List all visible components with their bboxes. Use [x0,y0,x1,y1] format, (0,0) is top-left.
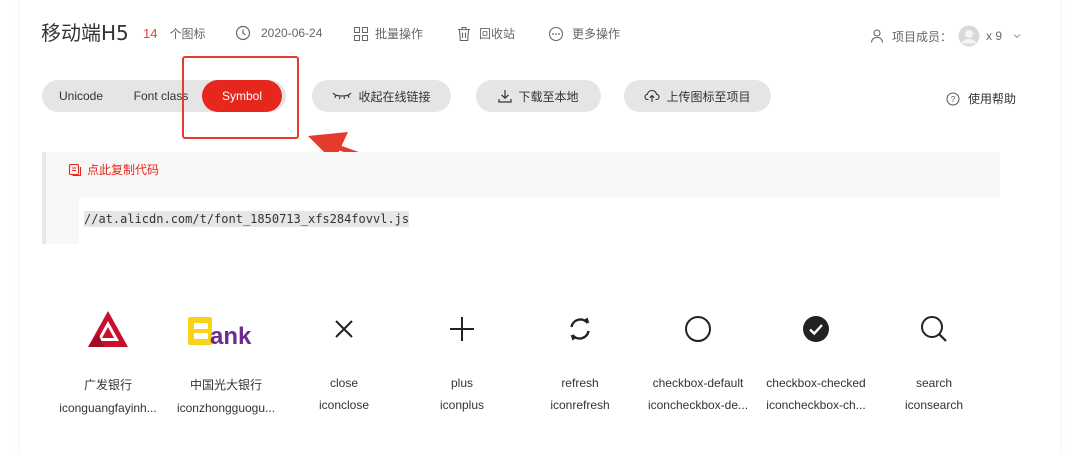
project-date: 2020-06-24 [235,25,322,41]
more-ops-button[interactable]: 更多操作 [548,25,620,42]
question-icon: ? [946,92,960,106]
icon-name: checkbox-checked [766,376,866,390]
more-icon [548,26,564,42]
icon-code: iconzhongguogu... [176,401,276,415]
download-icon [498,89,513,103]
code-box: //at.alicdn.com/t/font_1850713_xfs284fov… [79,197,1004,244]
icon-item-refresh[interactable]: refresh iconrefresh [525,300,635,412]
checkbox-default-icon [643,300,753,358]
refresh-icon [525,300,635,358]
plus-icon [407,300,517,358]
recycle-bin-label: 回收站 [479,27,516,41]
svg-text:ank: ank [210,323,252,349]
guangfa-bank-logo-icon [53,300,163,358]
icon-name: refresh [561,376,599,390]
icon-item-everbright[interactable]: ank 中国光大银行 iconzhongguogu... [171,300,281,415]
recycle-bin-button[interactable]: 回收站 [457,25,515,42]
icon-name: close [329,376,358,390]
icon-item-search[interactable]: search iconsearch [879,300,989,412]
icon-item-close[interactable]: close iconclose [289,300,399,412]
annotation-highlight-box [182,56,299,139]
icon-code: iconcheckbox-ch... [766,398,866,412]
icon-count: 14 个图标 [143,25,205,42]
more-ops-label: 更多操作 [572,27,621,41]
page-title: 移动端H5 [41,21,129,45]
icon-code: iconplus [439,398,485,412]
icon-item-checkbox-checked[interactable]: checkbox-checked iconcheckbox-ch... [761,300,871,412]
icon-code: iconguangfayinh... [59,401,157,415]
help-link[interactable]: ? 使用帮助 [946,90,1016,107]
upload-button[interactable]: 上传图标至项目 [624,80,771,112]
copy-code-link[interactable]: 点此复制代码 [68,161,159,178]
user-icon [870,28,886,44]
date-text: 2020-06-24 [261,26,323,40]
svg-text:?: ? [951,95,956,104]
icon-name: 中国光大银行 [189,378,262,392]
icon-code: iconclose [318,398,370,412]
icon-code: iconrefresh [550,398,610,412]
search-icon [879,300,989,358]
icon-name: checkbox-default [652,376,744,390]
code-panel: 点此复制代码 //at.alicdn.com/t/font_1850713_xf… [42,152,1004,244]
clock-icon [235,25,251,41]
upload-label: 上传图标至项目 [666,89,751,104]
icon-name: search [915,376,953,390]
copy-code-label: 点此复制代码 [87,163,160,177]
icon-item-plus[interactable]: plus iconplus [407,300,517,412]
cloud-upload-icon [644,89,661,103]
copy-icon [68,163,82,177]
grid-icon [353,26,369,42]
members-label: 项目成员： [892,29,953,44]
tab-unicode[interactable]: Unicode [42,80,120,112]
collapse-link-label: 收起在线链接 [358,89,431,104]
eye-closed-icon [332,91,352,101]
batch-ops-button[interactable]: 批量操作 [353,25,423,42]
download-label: 下载至本地 [518,89,579,104]
batch-ops-label: 批量操作 [375,27,424,41]
icon-item-guangfa[interactable]: 广发银行 iconguangfayinh... [53,300,163,415]
symbol-js-url[interactable]: //at.alicdn.com/t/font_1850713_xfs284fov… [84,211,410,227]
members-count: x 9 [986,29,1003,43]
icon-count-unit: 个图标 [169,27,206,41]
help-label: 使用帮助 [968,92,1017,106]
close-icon [289,300,399,358]
trash-icon [457,26,471,42]
project-members[interactable]: 项目成员： x 9 [870,25,1022,47]
chevron-down-icon[interactable] [1012,31,1022,41]
collapse-link-button[interactable]: 收起在线链接 [312,80,451,112]
checkbox-checked-icon [761,300,871,358]
icon-code: iconcheckbox-de... [647,398,749,412]
icon-name: plus [450,376,473,390]
icon-name: 广发银行 [83,378,132,392]
icon-item-checkbox-default[interactable]: checkbox-default iconcheckbox-de... [643,300,753,412]
download-button[interactable]: 下载至本地 [476,80,601,112]
icon-code: iconsearch [904,398,964,412]
icon-count-number: 14 [143,26,158,41]
member-avatar [958,25,980,47]
everbright-bank-logo-icon: ank [171,300,281,358]
